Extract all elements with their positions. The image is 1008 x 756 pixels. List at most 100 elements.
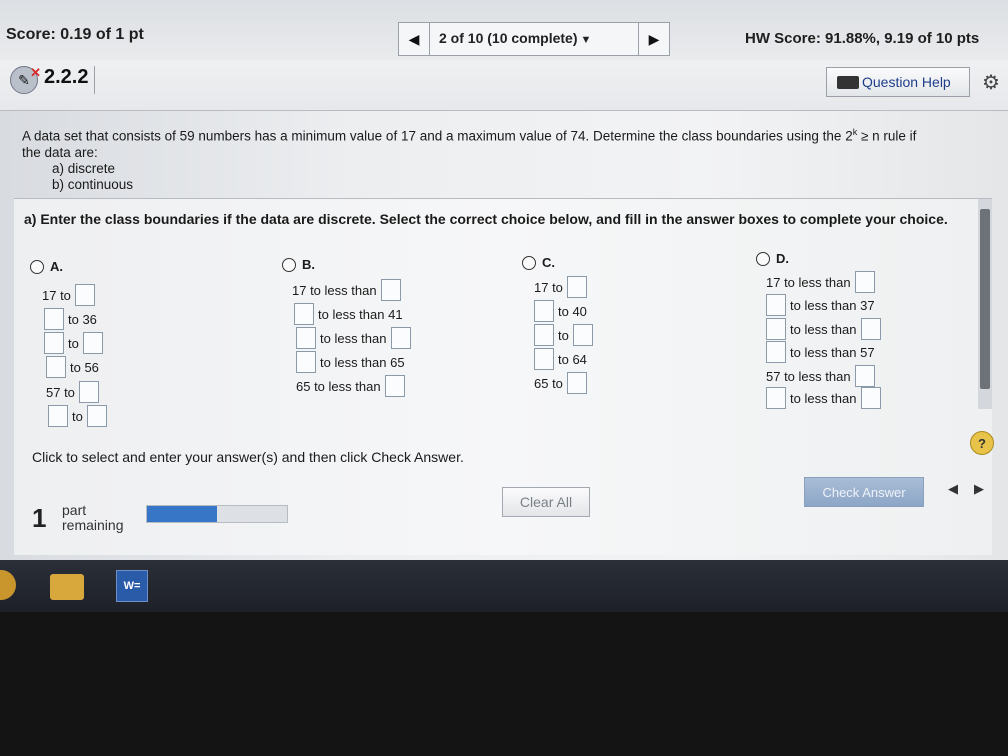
- answer-box[interactable]: [44, 308, 64, 330]
- choice-c-row-2: to 40: [534, 300, 587, 322]
- question-text: A data set that consists of 59 numbers h…: [22, 124, 997, 193]
- radio-button-icon[interactable]: [522, 255, 536, 270]
- question-item-a: a) discrete: [52, 160, 116, 176]
- help-question-icon[interactable]: ?: [970, 431, 994, 455]
- score-text: Score: 0.19 of 1 pt: [6, 26, 144, 43]
- answer-box[interactable]: [534, 324, 554, 346]
- answer-panel: a) Enter the class boundaries if the dat…: [14, 199, 994, 555]
- choice-d-row-1: 17 to less than: [766, 271, 875, 293]
- taskbar: W=: [0, 560, 1008, 612]
- choice-a-row-2: to 36: [44, 308, 97, 330]
- scrollbar-thumb[interactable]: [980, 209, 990, 389]
- hw-score-text: HW Score: 91.88%, 9.19 of 10 pts: [745, 30, 980, 47]
- check-answer-button[interactable]: Check Answer: [804, 477, 924, 507]
- answer-box[interactable]: [860, 318, 881, 340]
- question-item-b: b) continuous: [52, 176, 134, 192]
- choice-b-row-1: 17 to less than: [292, 279, 401, 301]
- answer-box[interactable]: [82, 332, 103, 354]
- instruction-footer: Click to select and enter your answer(s)…: [32, 449, 464, 465]
- clear-all-button[interactable]: Clear All: [502, 487, 590, 517]
- previous-arrow-icon[interactable]: ◀: [948, 481, 958, 497]
- answer-box[interactable]: [380, 279, 401, 301]
- choice-a-row-3: to: [44, 332, 103, 354]
- answer-box[interactable]: [384, 375, 405, 397]
- choice-d[interactable]: D.: [756, 251, 789, 266]
- choice-a-row-1: 17 to: [42, 284, 95, 306]
- choice-b[interactable]: B.: [282, 257, 315, 272]
- choice-d-radio[interactable]: D.: [756, 251, 789, 266]
- radio-button-icon[interactable]: [756, 251, 770, 266]
- parts-progress-bar: [146, 505, 288, 523]
- browser-window: Score: 0.19 of 1 pt ◀ 2 of 10 (10 comple…: [0, 0, 1008, 560]
- help-menu-icon: [837, 75, 859, 89]
- answer-box[interactable]: [46, 356, 66, 378]
- incorrect-status-icon: ✎ ✕: [10, 65, 41, 94]
- question-navigator: ◀ 2 of 10 (10 complete) ▼ ▶: [398, 22, 670, 56]
- choice-b-radio[interactable]: B.: [282, 257, 315, 272]
- answer-box[interactable]: [44, 332, 64, 354]
- choice-b-row-4: to less than 65: [296, 351, 405, 373]
- choice-c-radio[interactable]: C.: [522, 255, 555, 270]
- parts-remaining-count: 1: [32, 503, 47, 533]
- radio-button-icon[interactable]: [30, 259, 44, 274]
- answer-box[interactable]: [86, 405, 107, 427]
- choice-d-row-5: 57 to less than: [766, 365, 875, 387]
- answer-box[interactable]: [294, 303, 314, 325]
- choice-b-row-5: 65 to less than: [296, 375, 405, 397]
- answer-box[interactable]: [766, 387, 786, 409]
- question-help-label: Question Help: [862, 74, 951, 90]
- question-number: 2.2.2: [44, 66, 96, 94]
- answer-box[interactable]: [534, 348, 554, 370]
- answer-box[interactable]: [390, 327, 411, 349]
- answer-box[interactable]: [860, 387, 881, 409]
- question-line-2: the data are:: [22, 144, 98, 160]
- choice-a-radio[interactable]: A.: [30, 259, 63, 274]
- answer-box[interactable]: [78, 381, 99, 403]
- scrollbar[interactable]: [978, 199, 992, 409]
- parts-remaining-label: part remaining: [62, 502, 124, 533]
- choice-d-row-6: to less than: [766, 387, 881, 409]
- answer-box[interactable]: [296, 327, 316, 349]
- question-line-1: A data set that consists of 59 numbers h…: [22, 127, 917, 144]
- answer-box[interactable]: [766, 294, 786, 316]
- choice-a-row-6: to: [48, 405, 107, 427]
- start-button-icon[interactable]: [0, 570, 16, 600]
- choice-d-row-4: to less than 57: [766, 341, 875, 363]
- answer-box[interactable]: [534, 300, 554, 322]
- next-arrow-icon[interactable]: ▶: [974, 481, 984, 497]
- file-explorer-icon[interactable]: [50, 574, 84, 600]
- answer-box[interactable]: [48, 405, 68, 427]
- question-progress-label: 2 of 10 (10 complete): [439, 30, 578, 46]
- choice-b-row-3: to less than: [296, 327, 411, 349]
- answer-box[interactable]: [854, 365, 875, 387]
- choice-d-row-2: to less than 37: [766, 294, 875, 316]
- choice-a[interactable]: A.: [30, 259, 63, 274]
- choice-c-row-3: to: [534, 324, 593, 346]
- next-question-button[interactable]: ▶: [638, 23, 669, 55]
- previous-question-button[interactable]: ◀: [399, 23, 430, 55]
- answer-box[interactable]: [766, 318, 786, 340]
- word-app-icon[interactable]: W=: [116, 570, 148, 602]
- answer-box[interactable]: [766, 341, 786, 363]
- choice-a-row-4: to 56: [46, 356, 99, 378]
- answer-box[interactable]: [566, 372, 587, 394]
- answer-box[interactable]: [566, 276, 587, 298]
- gear-icon[interactable]: ⚙: [982, 70, 1000, 95]
- choice-d-row-3: to less than: [766, 318, 881, 340]
- answer-box[interactable]: [296, 351, 316, 373]
- question-help-button[interactable]: Question Help: [826, 67, 970, 97]
- question-header: ✎ ✕ 2.2.2 Question Help ⚙: [0, 60, 1008, 111]
- answer-box[interactable]: [854, 271, 875, 293]
- radio-button-icon[interactable]: [282, 257, 296, 272]
- choice-c-row-4: to 64: [534, 348, 587, 370]
- answer-box[interactable]: [74, 284, 95, 306]
- answer-box[interactable]: [572, 324, 593, 346]
- choice-c[interactable]: C.: [522, 255, 555, 270]
- question-progress-dropdown[interactable]: 2 of 10 (10 complete) ▼: [439, 30, 591, 46]
- choice-c-row-1: 17 to: [534, 276, 587, 298]
- choice-a-row-5: 57 to: [46, 381, 99, 403]
- score-bar: Score: 0.19 of 1 pt ◀ 2 of 10 (10 comple…: [0, 0, 1008, 61]
- choice-c-row-5: 65 to: [534, 372, 587, 394]
- parts-progress-fill: [147, 506, 217, 522]
- choice-b-row-2: to less than 41: [294, 303, 403, 325]
